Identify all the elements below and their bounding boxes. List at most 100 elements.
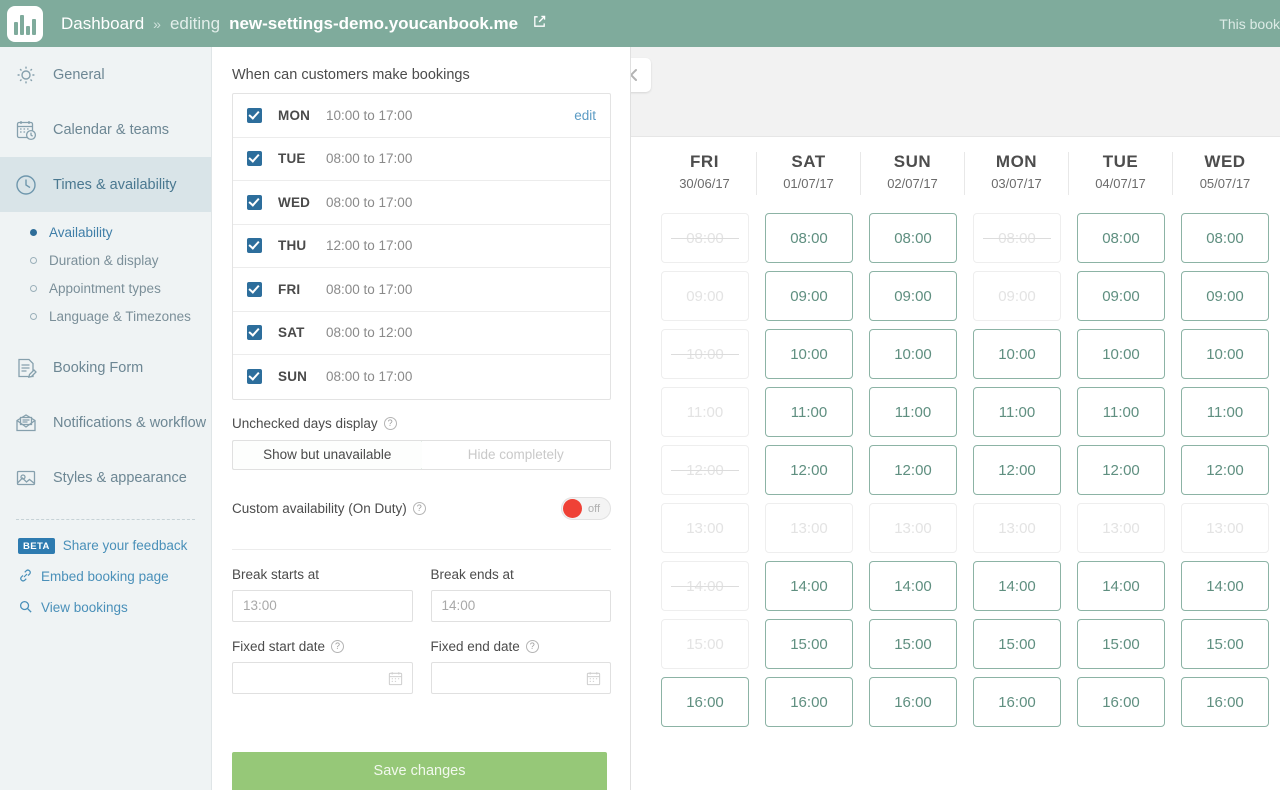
time-slot[interactable]: 10:00 — [765, 329, 853, 379]
time-slot[interactable]: 15:00 — [1077, 619, 1165, 669]
day-edit-link[interactable]: edit — [574, 108, 596, 123]
time-slot[interactable]: 12:00 — [1077, 445, 1165, 495]
time-slot[interactable]: 16:00 — [661, 677, 749, 727]
time-slot[interactable]: 10:00 — [973, 329, 1061, 379]
fixed-start-input[interactable] — [232, 662, 413, 694]
time-slot[interactable]: 16:00 — [1077, 677, 1165, 727]
time-slot[interactable]: 14:00 — [869, 561, 957, 611]
day-row[interactable]: WED 08:00 to 17:00 — [233, 181, 610, 225]
sidebar-subitem-language-timezones[interactable]: Language & Timezones — [0, 302, 211, 330]
day-abbr: SAT — [278, 325, 326, 340]
sidebar-subitem-duration-display[interactable]: Duration & display — [0, 246, 211, 274]
help-icon[interactable]: ? — [384, 417, 397, 430]
day-checkbox-sat[interactable] — [247, 325, 262, 340]
time-slot[interactable]: 14:00 — [973, 561, 1061, 611]
external-link-icon[interactable] — [532, 14, 547, 34]
sidebar-link-view-bookings[interactable]: View bookings — [0, 592, 211, 623]
time-slot[interactable]: 08:00 — [765, 213, 853, 263]
help-icon[interactable]: ? — [526, 640, 539, 653]
calendar-icon[interactable] — [585, 670, 602, 690]
time-slot[interactable]: 11:00 — [1181, 387, 1269, 437]
time-slot[interactable]: 15:00 — [973, 619, 1061, 669]
column-date: 05/07/17 — [1173, 176, 1277, 191]
day-row[interactable]: TUE 08:00 to 17:00 — [233, 138, 610, 182]
time-slot[interactable]: 11:00 — [1077, 387, 1165, 437]
time-slot[interactable]: 16:00 — [1181, 677, 1269, 727]
app-logo-icon[interactable] — [7, 6, 43, 42]
day-row[interactable]: SUN 08:00 to 17:00 — [233, 355, 610, 399]
fixed-end-input[interactable] — [431, 662, 612, 694]
break-end-input[interactable]: 14:00 — [431, 590, 612, 622]
time-slot[interactable]: 12:00 — [1181, 445, 1269, 495]
calendar-column-header: SUN 02/07/17 — [861, 152, 965, 195]
time-slot[interactable]: 08:00 — [1077, 213, 1165, 263]
help-icon[interactable]: ? — [331, 640, 344, 653]
sidebar-subitem-appointment-types[interactable]: Appointment types — [0, 274, 211, 302]
sidebar-subitem-availability[interactable]: Availability — [0, 218, 211, 246]
sidebar-item-styles-appearance[interactable]: Styles & appearance — [0, 450, 211, 505]
time-slot[interactable]: 08:00 — [1181, 213, 1269, 263]
day-row[interactable]: THU 12:00 to 17:00 — [233, 225, 610, 269]
app-root: Dashboard » editing new-settings-demo.yo… — [0, 0, 1280, 790]
unchecked-days-label-row: Unchecked days display ? — [232, 416, 611, 431]
sidebar-item-calendar-teams[interactable]: Calendar & teams — [0, 102, 211, 157]
day-checkbox-fri[interactable] — [247, 282, 262, 297]
time-slot[interactable]: 15:00 — [765, 619, 853, 669]
time-slot: 13:00 — [661, 503, 749, 553]
sidebar-item-general[interactable]: General — [0, 47, 211, 102]
time-slot[interactable]: 14:00 — [1077, 561, 1165, 611]
collapse-panel-button[interactable] — [631, 58, 651, 92]
sidebar-item-booking-form[interactable]: Booking Form — [0, 340, 211, 395]
break-start-input[interactable]: 13:00 — [232, 590, 413, 622]
time-slot[interactable]: 11:00 — [765, 387, 853, 437]
sidebar-divider — [16, 519, 195, 520]
day-row[interactable]: FRI 08:00 to 17:00 — [233, 268, 610, 312]
breadcrumb-dashboard[interactable]: Dashboard — [61, 14, 144, 34]
day-checkbox-tue[interactable] — [247, 151, 262, 166]
time-slot[interactable]: 15:00 — [1181, 619, 1269, 669]
chevron-left-icon — [631, 67, 642, 83]
time-slot[interactable]: 14:00 — [765, 561, 853, 611]
calendar-icon[interactable] — [387, 670, 404, 690]
day-row[interactable]: MON 10:00 to 17:00 edit — [233, 94, 610, 138]
time-slot[interactable]: 12:00 — [765, 445, 853, 495]
option-hide-completely[interactable]: Hide completely — [422, 441, 611, 469]
day-checkbox-thu[interactable] — [247, 238, 262, 253]
time-slot[interactable]: 10:00 — [1077, 329, 1165, 379]
unchecked-days-section: Unchecked days display ? Show but unavai… — [232, 416, 611, 470]
sidebar-link-share-feedback[interactable]: BETA Share your feedback — [0, 530, 211, 561]
time-slot[interactable]: 11:00 — [973, 387, 1061, 437]
day-checkbox-sun[interactable] — [247, 369, 262, 384]
time-slot[interactable]: 08:00 — [869, 213, 957, 263]
time-slot[interactable]: 10:00 — [1181, 329, 1269, 379]
time-slot[interactable]: 14:00 — [1181, 561, 1269, 611]
time-slot[interactable]: 12:00 — [869, 445, 957, 495]
day-checkbox-mon[interactable] — [247, 108, 262, 123]
help-icon[interactable]: ? — [413, 502, 426, 515]
column-day-name: SUN — [861, 152, 964, 172]
time-slot[interactable]: 09:00 — [765, 271, 853, 321]
save-changes-button[interactable]: Save changes — [232, 752, 607, 790]
time-slot[interactable]: 16:00 — [973, 677, 1061, 727]
option-show-but-unavailable[interactable]: Show but unavailable — [232, 440, 423, 470]
time-slot[interactable]: 11:00 — [869, 387, 957, 437]
calendar-clock-icon — [12, 116, 40, 144]
time-slot[interactable]: 16:00 — [869, 677, 957, 727]
time-slot[interactable]: 15:00 — [869, 619, 957, 669]
sidebar-item-label: Booking Form — [53, 360, 143, 376]
sidebar-item-notifications-workflow[interactable]: Notifications & workflow — [0, 395, 211, 450]
time-slot[interactable]: 09:00 — [869, 271, 957, 321]
time-slot[interactable]: 16:00 — [765, 677, 853, 727]
sidebar-link-embed-booking-page[interactable]: Embed booking page — [0, 561, 211, 592]
time-slot[interactable]: 12:00 — [973, 445, 1061, 495]
custom-availability-toggle[interactable]: off — [561, 497, 611, 520]
time-slot[interactable]: 09:00 — [1181, 271, 1269, 321]
day-row[interactable]: SAT 08:00 to 12:00 — [233, 312, 610, 356]
unchecked-days-label: Unchecked days display — [232, 416, 378, 431]
availability-settings-panel: When can customers make bookings MON 10:… — [213, 47, 631, 790]
day-checkbox-wed[interactable] — [247, 195, 262, 210]
time-slot[interactable]: 09:00 — [1077, 271, 1165, 321]
sidebar-item-times-availability[interactable]: Times & availability — [0, 157, 211, 212]
time-slot[interactable]: 10:00 — [869, 329, 957, 379]
breadcrumb-site-name[interactable]: new-settings-demo.youcanbook.me — [229, 14, 518, 34]
